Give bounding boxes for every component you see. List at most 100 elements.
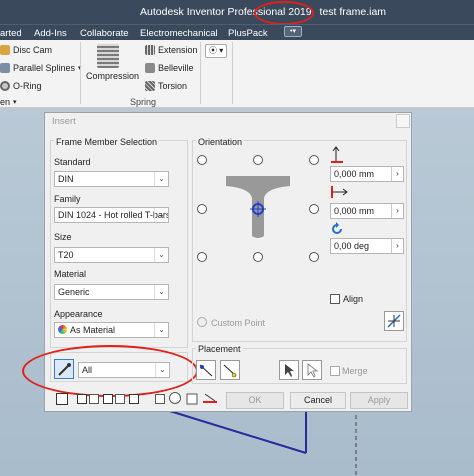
rotation-input[interactable]: 0,00 deg › [330, 238, 404, 254]
tab-collaborate[interactable]: Collaborate [80, 28, 129, 39]
cancel-button[interactable]: Cancel [290, 392, 346, 409]
material-select[interactable]: Generic ⌄ [54, 284, 169, 300]
frame-option-icon [115, 394, 125, 404]
standard-select[interactable]: DIN ⌄ [54, 171, 169, 187]
pointer-icon [285, 364, 294, 377]
anchor-bottom-center-radio[interactable] [253, 252, 263, 262]
anchor-middle-left-radio[interactable] [197, 204, 207, 214]
appearance-sphere-icon [58, 325, 67, 334]
chevron-right-icon[interactable]: › [391, 204, 403, 218]
orientation-label: Orientation [196, 137, 245, 147]
torsion-label: Torsion [158, 81, 188, 91]
anchor-bottom-right-radio[interactable] [309, 252, 319, 262]
horizontal-offset-input[interactable]: 0,000 mm › [330, 203, 404, 219]
o-ring-button[interactable]: O-Ring [0, 81, 42, 91]
ribbon-tabs: arted Add-Ins Collaborate Electromechani… [0, 24, 474, 40]
ribbon-dropdown-button[interactable]: ⦿ ▾ [205, 44, 227, 58]
panel-name-label: en [0, 97, 11, 107]
option-checkbox-5[interactable] [186, 392, 200, 406]
apply-button[interactable]: Apply [350, 392, 408, 409]
standard-label: Standard [54, 157, 91, 167]
disc-cam-icon [0, 45, 10, 55]
placement-label: Placement [196, 344, 243, 354]
red-annotation-title [254, 1, 314, 25]
tab-get-started[interactable]: arted [0, 28, 22, 39]
placement-points-button[interactable] [220, 360, 240, 380]
material-label: Material [54, 269, 87, 279]
belleville-label: Belleville [158, 63, 194, 73]
option-checkbox-2[interactable] [103, 394, 113, 404]
close-button[interactable] [396, 114, 410, 128]
option-checkbox-4[interactable] [155, 394, 165, 404]
size-value: T20 [58, 250, 74, 260]
horizontal-offset-icon [331, 186, 348, 198]
vertical-offset-value: 0,000 mm [334, 169, 375, 179]
vertical-offset-icon [331, 146, 343, 163]
pointer-outline-icon [307, 362, 319, 378]
appearance-label: Appearance [54, 309, 103, 319]
option-checkbox-1[interactable] [77, 394, 87, 404]
select-pointer-alt-button[interactable] [302, 360, 322, 380]
family-select[interactable]: DIN 1024 - Hot rolled T-bars ⌄ [54, 207, 169, 223]
ribbon-separator [80, 42, 81, 104]
align-checkbox[interactable] [330, 294, 340, 304]
ribbon-separator [232, 42, 233, 104]
edge-placement-icon [199, 364, 213, 377]
option-checkbox-3[interactable] [129, 394, 139, 404]
chevron-down-icon: ⌄ [154, 172, 168, 186]
ellipsis-dropdown-icon[interactable]: •▾ [284, 26, 302, 37]
ribbon-separator [200, 42, 201, 104]
globe-icon[interactable] [169, 392, 181, 404]
vertical-offset-input[interactable]: 0,000 mm › [330, 166, 404, 182]
torsion-button[interactable]: Torsion [145, 81, 187, 91]
chevron-down-icon: ⌄ [154, 323, 168, 337]
belleville-spring-icon [145, 63, 155, 73]
help-icon[interactable] [56, 393, 68, 405]
extension-button[interactable]: Extension [145, 45, 198, 55]
torsion-spring-icon [145, 81, 155, 91]
extension-spring-icon [145, 45, 155, 55]
anchor-top-left-radio[interactable] [197, 155, 207, 165]
custom-point-radio[interactable] [197, 317, 207, 327]
ok-button[interactable]: OK [226, 392, 284, 409]
o-ring-icon [0, 81, 10, 91]
anchor-middle-right-radio[interactable] [309, 204, 319, 214]
appearance-value: As Material [70, 325, 116, 335]
family-value: DIN 1024 - Hot rolled T-bars [58, 210, 169, 220]
compression-spring-icon[interactable] [97, 44, 119, 68]
mirror-profile-button[interactable] [384, 311, 404, 331]
select-pointer-button[interactable] [279, 360, 299, 380]
family-label: Family [54, 194, 81, 204]
compression-label[interactable]: Compression [86, 71, 139, 81]
spring-panel-label: Spring [130, 97, 157, 107]
anchor-bottom-left-radio[interactable] [197, 252, 207, 262]
standard-value: DIN [58, 174, 74, 184]
chevron-down-icon: ⌄ [154, 208, 168, 222]
merge-label: Merge [342, 366, 368, 376]
chevron-right-icon[interactable]: › [391, 167, 403, 181]
merge-checkbox[interactable] [330, 366, 340, 376]
chevron-down-icon: ▾ [13, 99, 17, 106]
tab-add-ins[interactable]: Add-Ins [34, 28, 67, 39]
size-select[interactable]: T20 ⌄ [54, 247, 169, 263]
chevron-right-icon[interactable]: › [391, 239, 403, 253]
frame-member-line [159, 407, 307, 454]
frame-member-selection-label: Frame Member Selection [54, 137, 160, 147]
placement-edge-button[interactable] [196, 360, 216, 380]
anchor-top-center-radio[interactable] [253, 155, 263, 165]
tab-electromechanical[interactable]: Electromechanical [140, 28, 218, 39]
chevron-down-icon: ⌄ [154, 285, 168, 299]
point-placement-icon [223, 364, 237, 378]
align-label: Align [343, 294, 364, 304]
extension-label: Extension [158, 45, 198, 55]
frame-option-icon [89, 394, 99, 404]
appearance-select[interactable]: As Material ⌄ [54, 322, 169, 338]
measure-icon [203, 393, 217, 403]
custom-point-label: Custom Point [211, 318, 266, 328]
parallel-splines-button[interactable]: Parallel Splines ▾ [0, 63, 82, 73]
belleville-button[interactable]: Belleville [145, 63, 194, 73]
disc-cam-button[interactable]: Disc Cam [0, 45, 52, 55]
tab-pluspack[interactable]: PlusPack [228, 28, 268, 39]
anchor-top-right-radio[interactable] [309, 155, 319, 165]
file-name: test frame.iam [319, 6, 387, 18]
